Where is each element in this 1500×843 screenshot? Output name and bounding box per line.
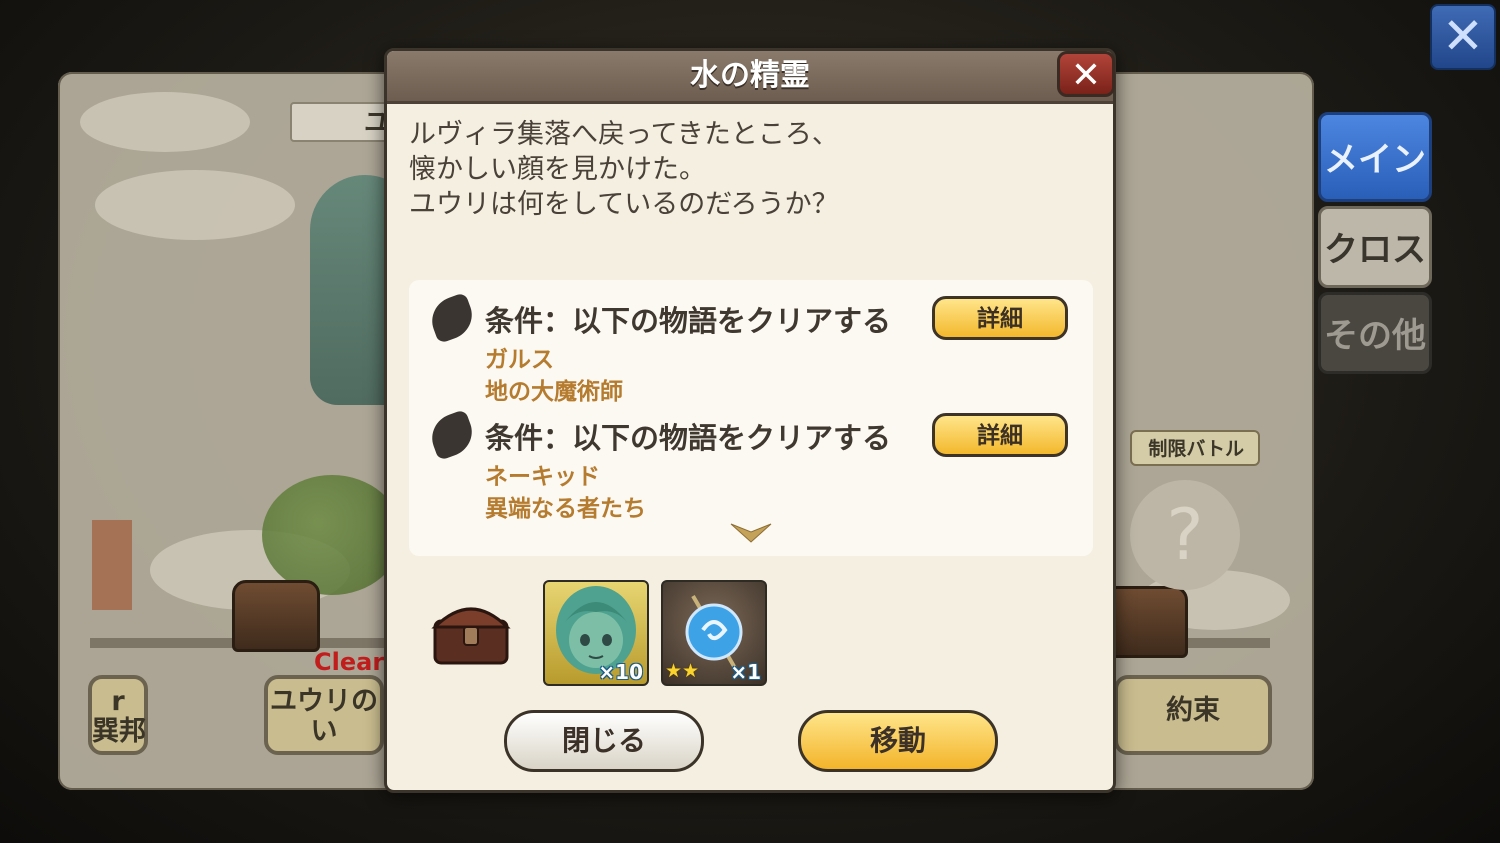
tab-main[interactable]: メイン bbox=[1318, 112, 1432, 202]
condition-story-title: ネーキッド bbox=[485, 464, 600, 490]
story-node-promise[interactable]: 約束 bbox=[1114, 675, 1272, 755]
reward-quantity: ×10 bbox=[598, 660, 643, 684]
condition-item: 条件：以下の物語をクリアする ガルス 地の大魔術師 詳細 bbox=[409, 280, 1093, 405]
reward-item[interactable]: ★★ ×1 bbox=[661, 580, 767, 686]
dialog-close-button[interactable]: ✕ bbox=[1057, 51, 1115, 97]
tab-cross[interactable]: クロス bbox=[1318, 206, 1432, 288]
treasure-chest-icon bbox=[431, 607, 511, 665]
condition-label: 条件：以下の物語をクリアする bbox=[485, 304, 892, 338]
description-line: ルヴィラ集落へ戻ってきたところ、 bbox=[409, 119, 839, 150]
story-node-left[interactable]: r 巽邦 bbox=[88, 675, 148, 755]
reward-item[interactable]: ×10 bbox=[543, 580, 649, 686]
quill-icon bbox=[425, 409, 479, 461]
clear-label: Clear bbox=[314, 648, 385, 676]
move-button[interactable]: 移動 bbox=[798, 710, 998, 772]
close-screen-button[interactable]: ✕ bbox=[1430, 4, 1496, 70]
reward-quantity: ×1 bbox=[730, 660, 761, 684]
story-node-yuuri[interactable]: ユウリの い bbox=[264, 675, 384, 755]
castle-icon bbox=[92, 520, 132, 610]
cloud-decoration bbox=[80, 92, 250, 152]
rarity-stars: ★★ bbox=[665, 660, 700, 682]
cloud-decoration bbox=[95, 170, 295, 240]
condition-label: 条件：以下の物語をクリアする bbox=[485, 421, 892, 455]
chevron-down-icon[interactable] bbox=[729, 522, 773, 544]
condition-story-title: ガルス bbox=[485, 347, 554, 373]
tree-decoration bbox=[262, 475, 402, 595]
limited-battle-banner: 制限バトル bbox=[1130, 430, 1260, 466]
detail-button[interactable]: 詳細 bbox=[932, 413, 1068, 457]
treasure-chest-icon bbox=[232, 580, 320, 652]
close-icon: ✕ bbox=[1070, 55, 1102, 96]
condition-story-chapter: 異端なる者たち bbox=[485, 496, 646, 522]
condition-item: 条件：以下の物語をクリアする ネーキッド 異端なる者たち 詳細 bbox=[409, 397, 1093, 522]
story-dialog: 水の精霊 ✕ ルヴィラ集落へ戻ってきたところ、 懐かしい顔を見かけた。 ユウリは… bbox=[384, 48, 1116, 793]
unknown-story-icon: ? bbox=[1130, 480, 1240, 590]
description-line: ユウリは何をしているのだろうか？ bbox=[409, 189, 839, 220]
conditions-list[interactable]: 条件：以下の物語をクリアする ガルス 地の大魔術師 詳細 条件：以下の物語をクリ… bbox=[409, 280, 1093, 556]
dialog-title: 水の精霊 bbox=[690, 58, 810, 93]
close-button[interactable]: 閉じる bbox=[504, 710, 704, 772]
tab-other[interactable]: その他 bbox=[1318, 292, 1432, 374]
description-line: 懐かしい顔を見かけた。 bbox=[409, 154, 706, 185]
quill-icon bbox=[425, 292, 479, 344]
story-description: ルヴィラ集落へ戻ってきたところ、 懐かしい顔を見かけた。 ユウリは何をしているの… bbox=[409, 117, 1089, 222]
detail-button[interactable]: 詳細 bbox=[932, 296, 1068, 340]
